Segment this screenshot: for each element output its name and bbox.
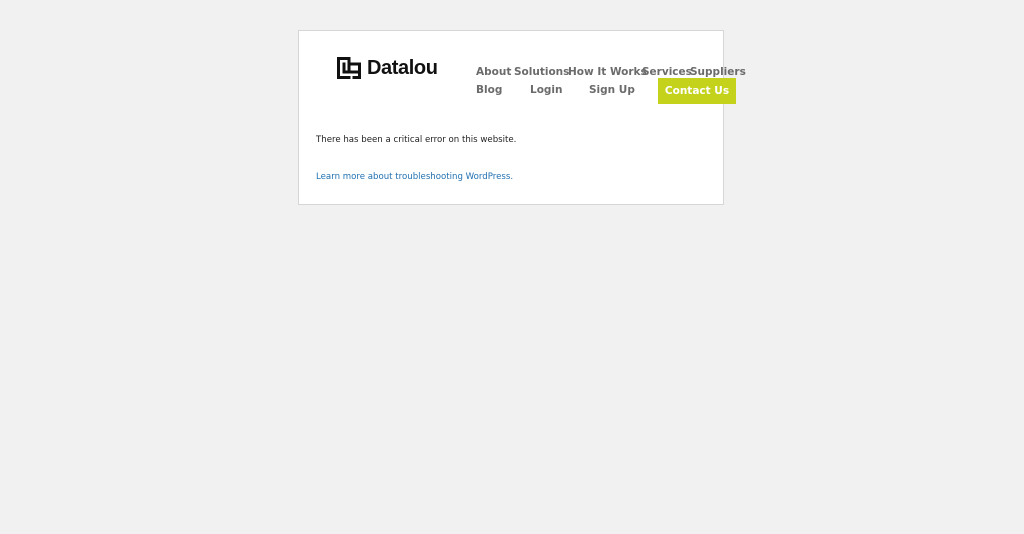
critical-error-message: There has been a critical error on this … [316, 135, 517, 145]
error-card: Datalou About Solutions How It Works Ser… [298, 30, 746, 205]
nav-item-suppliers[interactable]: Suppliers [690, 65, 746, 79]
nav-item-solutions[interactable]: Solutions [514, 65, 569, 79]
brand-name: Datalou [367, 56, 438, 79]
site-logo[interactable]: Datalou [336, 53, 438, 83]
nav-item-sign-up[interactable]: Sign Up [589, 83, 635, 97]
nav-item-how-it-works[interactable]: How It Works [568, 65, 647, 79]
nav-item-blog[interactable]: Blog [476, 83, 502, 97]
nav-item-login[interactable]: Login [530, 83, 563, 97]
contact-us-button[interactable]: Contact Us [658, 78, 736, 104]
datalou-logo-icon [337, 57, 361, 79]
nav-item-about[interactable]: About [476, 65, 511, 79]
troubleshooting-link[interactable]: Learn more about troubleshooting WordPre… [316, 172, 513, 182]
nav-item-services[interactable]: Services [642, 65, 692, 79]
